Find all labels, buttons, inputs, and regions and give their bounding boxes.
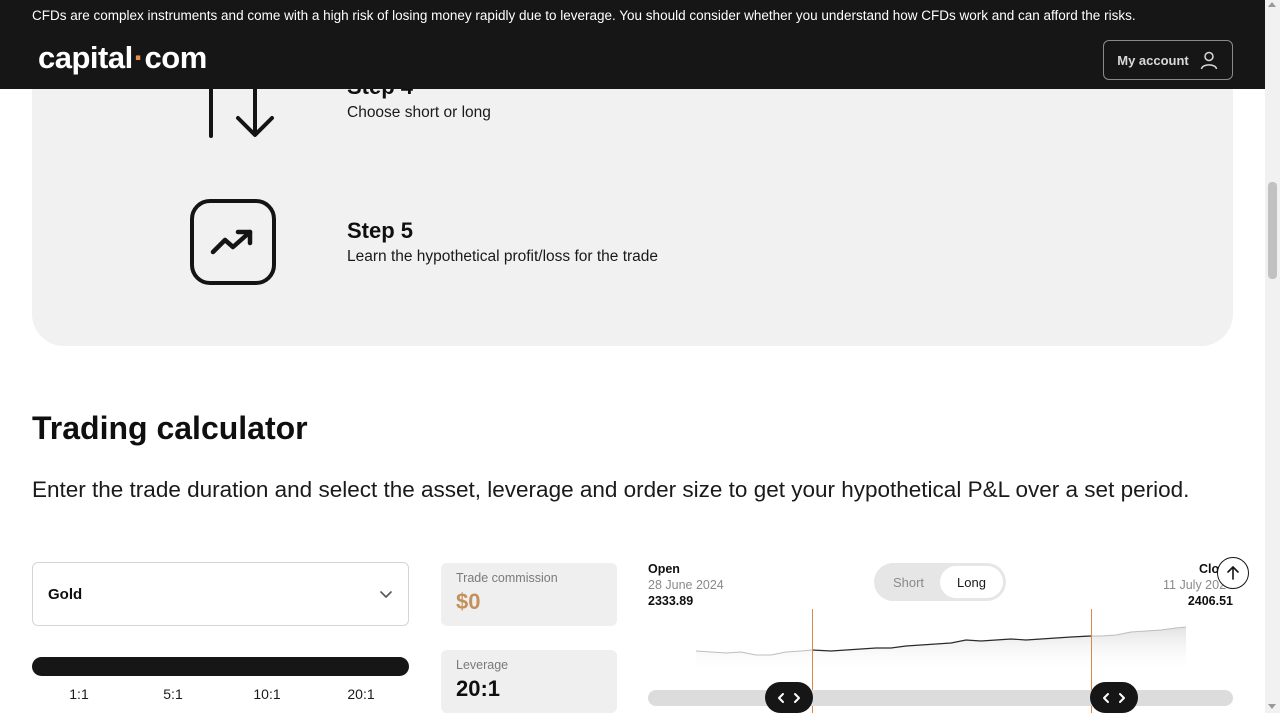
asset-select[interactable]: Gold xyxy=(32,562,409,626)
open-label: Open xyxy=(648,562,680,576)
leverage-option-5-1[interactable]: 5:1 xyxy=(153,686,193,702)
chevron-right-icon xyxy=(1119,692,1125,703)
leverage-slider[interactable] xyxy=(32,657,409,676)
user-icon xyxy=(1200,51,1217,70)
leverage-option-10-1[interactable]: 10:1 xyxy=(247,686,287,702)
chevron-left-icon xyxy=(1103,692,1109,703)
leverage-label: Leverage xyxy=(456,658,509,672)
direction-short-option[interactable]: Short xyxy=(877,566,940,598)
leverage-value: 20:1 xyxy=(456,676,501,701)
scroll-up-arrow-icon[interactable] xyxy=(1268,2,1276,7)
open-price: 2333.89 xyxy=(648,594,694,608)
risk-warning: CFDs are complex instruments and come wi… xyxy=(32,8,1136,23)
step-5-icon-frame xyxy=(190,199,276,285)
direction-long-option[interactable]: Long xyxy=(940,566,1003,598)
calculator-title: Trading calculator xyxy=(32,410,308,446)
price-sparkline xyxy=(696,626,1187,674)
top-header: CFDs are complex instruments and come wi… xyxy=(0,0,1280,89)
chevron-down-icon xyxy=(380,591,392,598)
scrollbar-thumb[interactable] xyxy=(1268,182,1277,279)
step-4-description: Choose short or long xyxy=(347,104,491,121)
trade-commission-label: Trade commission xyxy=(456,571,558,585)
logo-text-left: capital xyxy=(38,40,133,75)
asset-selected-value: Gold xyxy=(48,585,83,603)
logo-dot: · xyxy=(133,40,144,75)
arrow-up-icon xyxy=(1227,566,1239,580)
leverage-option-1-1[interactable]: 1:1 xyxy=(59,686,99,702)
step-5-title: Step 5 xyxy=(347,218,414,243)
my-account-button[interactable]: My account xyxy=(1103,40,1233,80)
date-range-slider[interactable] xyxy=(648,690,1233,706)
step-5-description: Learn the hypothetical profit/loss for t… xyxy=(347,248,659,265)
scroll-down-arrow-icon[interactable] xyxy=(1268,704,1276,709)
trade-commission-value: $0 xyxy=(456,589,481,614)
my-account-label: My account xyxy=(1117,52,1189,68)
trend-up-icon xyxy=(210,229,253,255)
open-date-handle[interactable] xyxy=(765,682,813,713)
logo-text-right: com xyxy=(144,40,208,75)
open-date: 28 June 2024 xyxy=(648,578,724,592)
close-date-handle[interactable] xyxy=(1090,682,1138,713)
capital-com-logo[interactable]: capital·com xyxy=(38,40,207,76)
back-to-top-button[interactable] xyxy=(1217,557,1249,589)
trade-commission-box: Trade commission $0 xyxy=(441,563,617,626)
calculator-description: Enter the trade duration and select the … xyxy=(32,477,1190,502)
page-scrollbar[interactable] xyxy=(1265,0,1280,713)
close-price: 2406.51 xyxy=(1187,594,1233,608)
direction-toggle[interactable]: Short Long xyxy=(874,563,1006,601)
leverage-option-20-1[interactable]: 20:1 xyxy=(341,686,381,702)
leverage-box: Leverage 20:1 xyxy=(441,650,617,713)
chevron-right-icon xyxy=(794,692,800,703)
price-chart-area: Open 28 June 2024 2333.89 Close 11 July … xyxy=(648,557,1249,713)
chevron-left-icon xyxy=(778,692,784,703)
